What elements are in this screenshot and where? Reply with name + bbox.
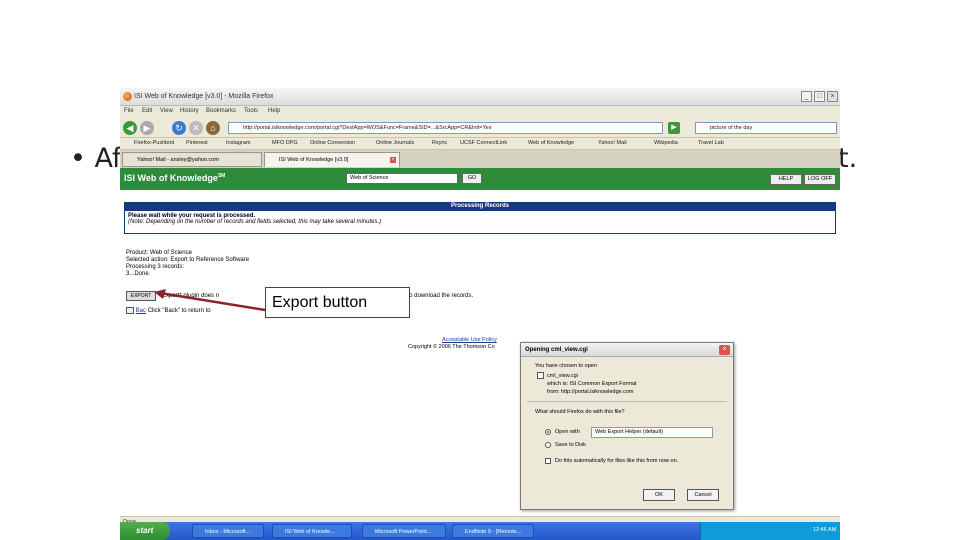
wait-message-box: Please wait while your request is proces…	[124, 211, 836, 234]
taskbar-item[interactable]: Microsoft PowerPoint...	[362, 524, 446, 538]
back-arrow-icon[interactable]: ◀	[123, 121, 137, 135]
clock: 12:46 AM	[813, 527, 837, 533]
bookmark-item[interactable]: MFO DPG	[272, 140, 298, 146]
menu-bar: File Edit View History Bookmarks Tools H…	[120, 106, 840, 118]
dialog-title: Opening cml_view.cgi	[525, 347, 588, 353]
dialog-titlebar: Opening cml_view.cgi ×	[521, 343, 733, 357]
bookmark-item[interactable]: Wikipedia	[654, 140, 678, 146]
reload-icon[interactable]: ↻	[172, 121, 186, 135]
arrow-shaft	[159, 291, 266, 312]
bookmark-item[interactable]: Travel Lab	[698, 140, 724, 146]
menu-help[interactable]: Help	[268, 108, 280, 114]
ok-button[interactable]: OK	[643, 489, 675, 501]
system-tray: 12:46 AM	[700, 522, 840, 540]
menu-history[interactable]: History	[180, 108, 199, 114]
bookmark-item[interactable]: Instagram	[226, 140, 250, 146]
processing-records-title: Processing Records	[124, 202, 836, 211]
tab-isi-web-of-knowledge[interactable]: ISI Web of Knowledge [v3.0]	[264, 152, 400, 167]
home-icon[interactable]: ⌂	[206, 121, 220, 135]
open-with-radio[interactable]	[545, 429, 551, 435]
wait-note: (Note: Depending on the number of record…	[128, 219, 382, 225]
save-to-disk-radio[interactable]	[545, 442, 551, 448]
isi-header: ISI Web of KnowledgeSM Web of Science GO…	[120, 168, 840, 190]
window-title: ISI Web of Knowledge [v3.0] - Mozilla Fi…	[134, 93, 274, 100]
processing-line: Processing 3 records:	[126, 264, 185, 270]
bookmark-item[interactable]: Online Journals	[376, 140, 414, 146]
back-icon[interactable]	[126, 307, 134, 314]
taskbar-item[interactable]: EndNote 9 - [Remote...	[452, 524, 534, 538]
open-with-label: Open with	[555, 429, 580, 435]
dialog-question: What should Firefox do with this file?	[535, 409, 625, 415]
export-button-callout: Export button	[265, 287, 410, 318]
open-with-app-select[interactable]: Web Export Helper (default)	[591, 427, 713, 438]
windows-taskbar: start Inbox - Microsoft... ISI Web of Kn…	[120, 522, 840, 540]
stop-icon[interactable]: ✕	[189, 121, 203, 135]
minimize-button[interactable]: _	[801, 91, 812, 102]
arrow-head-icon	[154, 289, 166, 299]
cancel-button[interactable]: Cancel	[687, 489, 719, 501]
tab-bar: Yahoo! Mail - ansley@yahoo.com ISI Web o…	[120, 150, 840, 168]
url-input[interactable]: http://portal.isiknowledge.com/portal.cg…	[228, 122, 663, 134]
bookmark-item[interactable]: Online Conversion	[310, 140, 355, 146]
dialog-which-is: which is: ISI Common Export Format	[547, 381, 637, 387]
product-line: Product: Web of Science	[126, 250, 192, 256]
forward-arrow-icon[interactable]: ▶	[140, 121, 154, 135]
file-type-icon	[537, 372, 544, 379]
bookmarks-toolbar: Firefox-Pushbird Pinterest Instagram MFO…	[120, 138, 840, 150]
bookmark-item[interactable]: UCSF ConnectLink	[460, 140, 507, 146]
dialog-intro: You have chosen to open	[535, 363, 597, 369]
slide-bullet-text-end: t.	[838, 143, 858, 174]
window-titlebar: ISI Web of Knowledge [v3.0] - Mozilla Fi…	[120, 88, 840, 106]
menu-file[interactable]: File	[124, 108, 134, 114]
auto-checkbox[interactable]	[545, 458, 551, 464]
done-line: 3...Done.	[126, 271, 151, 277]
menu-tools[interactable]: Tools	[244, 108, 258, 114]
taskbar-item[interactable]: ISI Web of Knowle...	[272, 524, 352, 538]
bookmark-item[interactable]: Pinterest	[186, 140, 208, 146]
start-button[interactable]: start	[120, 522, 170, 540]
close-window-button[interactable]: ×	[827, 91, 838, 102]
go-button[interactable]: GO	[462, 173, 482, 184]
dialog-filename: cml_view.cgi	[547, 373, 578, 379]
acceptable-use-policy-link[interactable]: Acceptable Use Policy	[442, 337, 497, 343]
close-tab-icon[interactable]: ×	[390, 157, 396, 163]
bookmark-item[interactable]: Yahoo! Mail	[598, 140, 627, 146]
selected-action-line: Selected action: Export to Reference Sof…	[126, 257, 250, 263]
menu-view[interactable]: View	[160, 108, 173, 114]
save-to-disk-label: Save to Disk	[555, 442, 586, 448]
bookmark-item[interactable]: Firefox-Pushbird	[134, 140, 174, 146]
dialog-divider	[527, 401, 727, 402]
help-button[interactable]: HELP	[770, 174, 802, 185]
firefox-icon	[123, 92, 132, 101]
menu-edit[interactable]: Edit	[142, 108, 152, 114]
annotation-arrow	[154, 289, 266, 312]
copyright-text: Copyright © 2006 The Thomson Co	[408, 344, 495, 350]
maximize-button[interactable]: □	[814, 91, 825, 102]
back-link[interactable]: Bac	[136, 308, 146, 314]
bookmark-item[interactable]: Web of Knowledge	[528, 140, 574, 146]
tab-yahoo-mail[interactable]: Yahoo! Mail - ansley@yahoo.com	[122, 152, 262, 167]
navigation-toolbar: ◀ ▶ ↻ ✕ ⌂ http://portal.isiknowledge.com…	[120, 118, 840, 138]
web-page: ISI Web of KnowledgeSM Web of Science GO…	[120, 168, 840, 516]
database-select[interactable]: Web of Science	[346, 173, 458, 184]
isi-logo: ISI Web of KnowledgeSM	[124, 173, 226, 183]
go-icon[interactable]: ▶	[668, 122, 680, 134]
logoff-button[interactable]: LOG OFF	[804, 174, 836, 185]
menu-bookmarks[interactable]: Bookmarks	[206, 108, 236, 114]
dialog-close-icon[interactable]: ×	[719, 345, 730, 355]
taskbar-item[interactable]: Inbox - Microsoft...	[192, 524, 264, 538]
opening-file-dialog: Opening cml_view.cgi × You have chosen t…	[520, 342, 734, 510]
search-input[interactable]: picture of the day	[695, 122, 837, 134]
auto-label: Do this automatically for files like thi…	[555, 458, 679, 464]
bookmark-item[interactable]: Rsync	[432, 140, 447, 146]
dialog-from: from: http://portal.isiknowledge.com	[547, 389, 634, 395]
